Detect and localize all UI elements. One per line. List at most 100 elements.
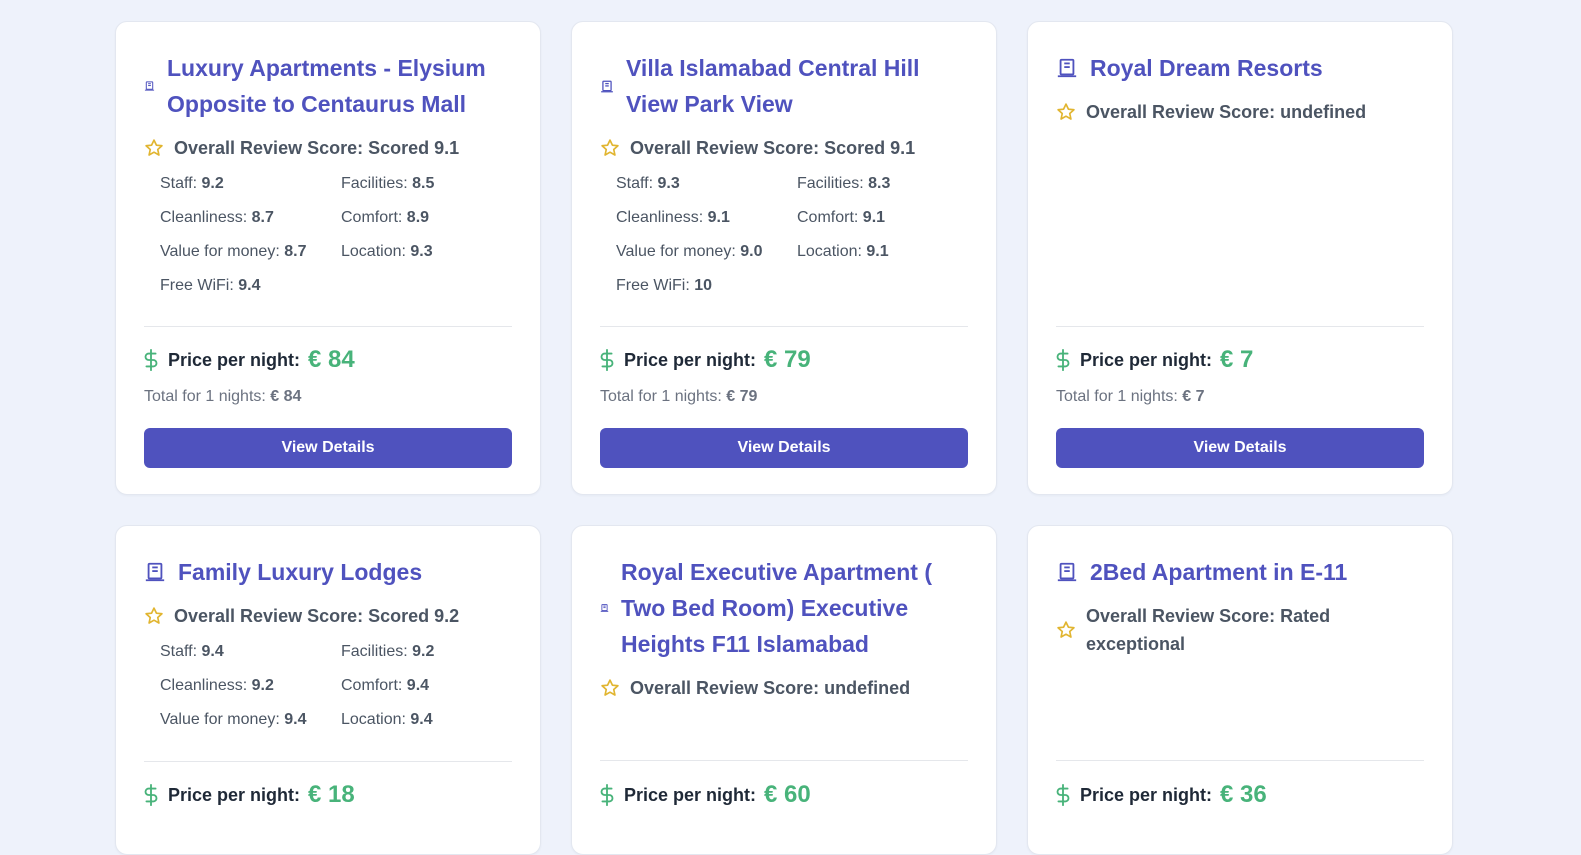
sub-score-cleanliness: Cleanliness: 9.1: [616, 209, 730, 226]
sub-score-staff: Staff: 9.2: [160, 175, 224, 192]
hotel-card: 2Bed Apartment in E-11 Overall Review Sc…: [1027, 525, 1453, 855]
price-per-night: Price per night: € 79: [600, 346, 811, 374]
overall-score-text: Overall Review Score: Scored 9.2: [174, 606, 460, 626]
hotel-icon: [144, 561, 166, 583]
hotel-icon: [144, 80, 155, 92]
overall-score: Overall Review Score: Scored 9.1: [144, 134, 512, 162]
dollar-icon: [600, 349, 614, 371]
star-icon: [1056, 102, 1076, 122]
sub-scores: Staff: 9.4 Facilities: 9.2 Cleanliness: …: [144, 640, 512, 732]
hotel-card: Royal Dream Resorts Overall Review Score…: [1027, 21, 1453, 495]
hotel-title[interactable]: Villa Islamabad Central Hill View Park V…: [626, 50, 968, 122]
hotel-card: Royal Executive Apartment ( Two Bed Room…: [571, 525, 997, 855]
star-icon: [144, 138, 164, 158]
hotel-icon: [600, 603, 609, 613]
divider: [600, 326, 968, 327]
total-price: Total for 1 nights: € 79: [600, 388, 758, 405]
overall-score-text: Overall Review Score: undefined: [1086, 102, 1367, 122]
star-icon: [144, 606, 164, 626]
sub-score-comfort: Comfort: 8.9: [341, 209, 430, 226]
price-value: € 7: [1220, 346, 1254, 373]
total-price: Total for 1 nights: € 84: [144, 388, 302, 405]
hotel-icon: [600, 79, 614, 94]
dollar-icon: [600, 784, 614, 806]
sub-score-facilities: Facilities: 8.5: [341, 175, 435, 192]
price-label: Price per night:: [1080, 349, 1213, 370]
hotel-card: Villa Islamabad Central Hill View Park V…: [571, 21, 997, 495]
sub-scores: Staff: 9.2 Facilities: 8.5 Cleanliness: …: [144, 172, 512, 298]
dollar-icon: [1056, 784, 1070, 806]
divider: [144, 326, 512, 327]
sub-score-value: Value for money: 9.0: [616, 243, 763, 260]
price-label: Price per night:: [168, 349, 301, 370]
hotel-icon: [1056, 561, 1078, 583]
divider: [1056, 326, 1424, 327]
sub-score-facilities: Facilities: 9.2: [341, 643, 435, 660]
sub-score-cleanliness: Cleanliness: 9.2: [160, 677, 274, 694]
price-label: Price per night:: [624, 349, 757, 370]
price-per-night: Price per night: € 18: [144, 781, 355, 809]
hotel-results-grid-row-2: Family Luxury Lodges Overall Review Scor…: [115, 525, 1453, 855]
hotel-title-row: Luxury Apartments - Elysium Opposite to …: [144, 50, 512, 122]
hotel-card: Luxury Apartments - Elysium Opposite to …: [115, 21, 541, 495]
sub-score-location: Location: 9.1: [797, 243, 889, 260]
sub-score-location: Location: 9.3: [341, 243, 433, 260]
sub-score-cleanliness: Cleanliness: 8.7: [160, 209, 274, 226]
price-value: € 84: [308, 346, 355, 373]
overall-score-text: Overall Review Score: Scored 9.1: [174, 138, 460, 158]
dollar-icon: [1056, 349, 1070, 371]
hotel-title[interactable]: Royal Executive Apartment ( Two Bed Room…: [621, 554, 968, 662]
overall-score: Overall Review Score: Scored 9.2: [144, 602, 512, 630]
sub-score-value: Value for money: 9.4: [160, 711, 307, 728]
price-value: € 36: [1220, 781, 1267, 808]
divider: [600, 760, 968, 761]
hotel-title[interactable]: Royal Dream Resorts: [1090, 50, 1323, 86]
price-label: Price per night:: [168, 784, 301, 805]
total-price: Total for 1 nights: € 7: [1056, 388, 1205, 405]
price-per-night: Price per night: € 60: [600, 781, 811, 809]
sub-score-comfort: Comfort: 9.1: [797, 209, 886, 226]
sub-score-wifi: Free WiFi: 9.4: [160, 277, 261, 294]
view-details-button[interactable]: View Details: [144, 428, 512, 468]
hotel-card: Family Luxury Lodges Overall Review Scor…: [115, 525, 541, 855]
sub-score-comfort: Comfort: 9.4: [341, 677, 430, 694]
sub-score-staff: Staff: 9.4: [160, 643, 224, 660]
price-label: Price per night:: [624, 784, 757, 805]
overall-score: Overall Review Score: Scored 9.1: [600, 134, 968, 162]
sub-score-wifi: Free WiFi: 10: [616, 277, 713, 294]
price-per-night: Price per night: € 7: [1056, 346, 1253, 374]
hotel-title[interactable]: Family Luxury Lodges: [178, 554, 422, 590]
price-per-night: Price per night: € 36: [1056, 781, 1267, 809]
divider: [144, 761, 512, 762]
star-icon: [600, 678, 620, 698]
star-icon: [1056, 620, 1076, 640]
sub-score-value: Value for money: 8.7: [160, 243, 307, 260]
overall-score: Overall Review Score: Rated exceptional: [1056, 602, 1424, 658]
overall-score-text: Overall Review Score: Scored 9.1: [630, 138, 916, 158]
hotel-title-row: Villa Islamabad Central Hill View Park V…: [600, 50, 968, 122]
hotel-title-row: 2Bed Apartment in E-11: [1056, 554, 1424, 590]
overall-score: Overall Review Score: undefined: [1056, 98, 1424, 126]
price-per-night: Price per night: € 84: [144, 346, 355, 374]
hotel-title-row: Royal Dream Resorts: [1056, 50, 1424, 86]
view-details-button[interactable]: View Details: [1056, 428, 1424, 468]
overall-score-text: Overall Review Score: undefined: [630, 678, 911, 698]
sub-score-facilities: Facilities: 8.3: [797, 175, 891, 192]
sub-scores: Staff: 9.3 Facilities: 8.3 Cleanliness: …: [600, 172, 968, 298]
hotel-title[interactable]: Luxury Apartments - Elysium Opposite to …: [167, 50, 512, 122]
star-icon: [600, 138, 620, 158]
dollar-icon: [144, 349, 158, 371]
overall-score: Overall Review Score: undefined: [600, 674, 968, 702]
price-value: € 18: [308, 781, 355, 808]
hotel-results-grid: Luxury Apartments - Elysium Opposite to …: [115, 21, 1453, 495]
divider: [1056, 760, 1424, 761]
hotel-title-row: Family Luxury Lodges: [144, 554, 512, 590]
sub-score-location: Location: 9.4: [341, 711, 433, 728]
dollar-icon: [144, 784, 158, 806]
price-value: € 79: [764, 346, 811, 373]
view-details-button[interactable]: View Details: [600, 428, 968, 468]
overall-score-text: Overall Review Score: Rated exceptional: [1086, 606, 1331, 654]
hotel-icon: [1056, 57, 1078, 79]
hotel-title[interactable]: 2Bed Apartment in E-11: [1090, 554, 1347, 590]
sub-score-staff: Staff: 9.3: [616, 175, 680, 192]
